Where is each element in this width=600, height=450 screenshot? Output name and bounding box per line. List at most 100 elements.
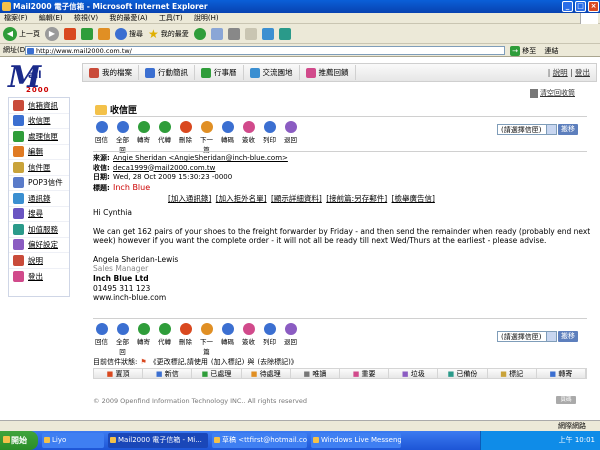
report-spam-link[interactable]: [檢舉廣告信] — [392, 194, 435, 203]
menu-view[interactable]: 檢視(V) — [74, 14, 98, 22]
links-button[interactable]: 連結 — [544, 47, 558, 55]
folder-select-bottom[interactable]: (請選擇信匣) — [497, 331, 557, 342]
bottom-action-2[interactable]: 轉寄 — [135, 323, 152, 356]
sidebar-item-contacts[interactable]: 通訊錄 — [9, 191, 69, 207]
top-action-1[interactable]: 全部回 — [114, 121, 131, 154]
top-action-9[interactable]: 退回 — [282, 121, 299, 154]
flag-item-8[interactable]: ■ 標記 — [488, 369, 537, 378]
nav-right-links: | 說明 | 登出 — [548, 67, 590, 78]
taskbar-item-messenger[interactable]: Windows Live Messenger — [311, 433, 401, 448]
sidebar-item-folders[interactable]: 信件匣 — [9, 160, 69, 176]
sidebar-item-label: 加值服務 — [28, 224, 58, 234]
flag-item-0[interactable]: ■ 置頂 — [94, 369, 144, 378]
go-arrow-icon[interactable]: → — [510, 46, 520, 56]
taskbar-item-liyo[interactable]: Liyo — [42, 433, 104, 448]
address-input[interactable]: http://www.mail2000.com.tw/ — [25, 46, 505, 55]
flag-item-1[interactable]: ■ 新信 — [143, 369, 193, 378]
history-button[interactable] — [193, 27, 206, 40]
favorites-button[interactable]: ★ 我的最愛 — [148, 27, 189, 41]
sidebar-item-inbox[interactable]: 收信匣 — [9, 114, 69, 129]
nav-calendar[interactable]: 行事曆 — [195, 65, 244, 80]
sidebar-item-search[interactable]: 搜尋 — [9, 207, 69, 222]
discuss-button[interactable] — [261, 27, 274, 40]
move-button-bottom[interactable]: 搬移 — [558, 331, 578, 342]
taskbar-item-mail2000[interactable]: Mail2000 電子信箱 - Mi... — [108, 433, 208, 448]
mail-button[interactable] — [210, 27, 223, 40]
top-action-7[interactable]: 簽收 — [240, 121, 257, 154]
menu-favorites[interactable]: 我的最愛(A) — [109, 14, 147, 22]
taskbar-item-draft[interactable]: 草稿 <ttfirst@hotmail.co... — [212, 433, 307, 448]
maximize-button[interactable]: □ — [575, 1, 586, 12]
menu-tools[interactable]: 工具(T) — [159, 14, 183, 22]
add-to-blocklist-link[interactable]: [加入拒外名單] — [216, 194, 267, 203]
from-address[interactable]: Angie Sheridan <AngieSheridan@inch-blue.… — [113, 154, 288, 162]
refresh-button[interactable] — [81, 27, 93, 40]
bottom-action-8[interactable]: 列印 — [261, 323, 278, 356]
search-button[interactable]: 搜尋 — [115, 27, 143, 40]
flag-label: 待處理 — [259, 370, 281, 378]
sidebar-item-pop3[interactable]: POP3信件 — [9, 176, 69, 191]
nav-label: 行事曆 — [214, 68, 237, 77]
flag-item-5[interactable]: ■ 重要 — [340, 369, 390, 378]
menu-help[interactable]: 說明(H) — [194, 14, 219, 22]
menu-edit[interactable]: 編輯(E) — [39, 14, 63, 22]
sidebar-item-processing[interactable]: 處理信匣 — [9, 129, 69, 145]
logout-link[interactable]: 登出 — [575, 68, 590, 77]
sidebar-item-help[interactable]: 說明 — [9, 253, 69, 269]
mail2000-logo[interactable]: M ail 2000 — [8, 60, 70, 100]
flag-item-4[interactable]: ■ 唯讀 — [291, 369, 341, 378]
bottom-action-3[interactable]: 代轉 — [156, 323, 173, 356]
sidebar-item-preferences[interactable]: 偏好設定 — [9, 238, 69, 253]
top-action-4[interactable]: 刪除 — [177, 121, 194, 154]
edit-button[interactable] — [244, 27, 257, 40]
help-link[interactable]: 說明 — [553, 68, 568, 77]
bottom-action-7[interactable]: 簽收 — [240, 323, 257, 356]
sidebar-item-logout[interactable]: 登出 — [9, 269, 69, 285]
top-action-3[interactable]: 代轉 — [156, 121, 173, 154]
top-action-8[interactable]: 列印 — [261, 121, 278, 154]
go-button[interactable]: 移至 — [522, 47, 536, 55]
home-button[interactable] — [98, 27, 110, 40]
sidebar-item-compose[interactable]: 編輯 — [9, 145, 69, 160]
top-action-2[interactable]: 轉寄 — [135, 121, 152, 154]
flag-item-9[interactable]: ■ 轉寄 — [537, 369, 587, 378]
nav-feedback[interactable]: 推薦回饋 — [300, 65, 356, 80]
top-action-5[interactable]: 下一篇 — [198, 121, 215, 154]
sidebar-item-value-added[interactable]: 加值服務 — [9, 222, 69, 238]
flag-item-3[interactable]: ■ 待處理 — [242, 369, 291, 378]
print-button[interactable] — [227, 27, 240, 40]
forward-button[interactable]: ▶ — [45, 26, 59, 41]
show-details-link[interactable]: [顯示詳細資料] — [271, 194, 322, 203]
action-label: 列印 — [263, 338, 276, 346]
start-button[interactable]: 開始 — [0, 431, 38, 450]
close-button[interactable]: × — [588, 1, 599, 12]
bottom-action-5[interactable]: 下一篇 — [198, 323, 215, 356]
forward-arrow-icon: ▶ — [45, 26, 59, 41]
bottom-action-9[interactable]: 退回 — [282, 323, 299, 356]
flag-item-6[interactable]: ■ 垃圾 — [389, 369, 439, 378]
bottom-action-6[interactable]: 轉碼 — [219, 323, 236, 356]
nav-my-files[interactable]: 我的檔案 — [83, 65, 139, 80]
messenger-button[interactable] — [278, 27, 291, 40]
save-message-link[interactable]: [接前篇:另存郵件] — [326, 194, 387, 203]
stop-button[interactable] — [64, 27, 76, 40]
sidebar-item-mailbox-info[interactable]: 信箱資訊 — [9, 98, 69, 114]
minimize-button[interactable]: _ — [562, 1, 573, 12]
flag-label: 重要 — [361, 370, 376, 378]
bottom-action-1[interactable]: 全部回 — [114, 323, 131, 356]
back-button[interactable]: ◀ 上一頁 — [3, 26, 40, 41]
bottom-action-0[interactable]: 回信 — [93, 323, 110, 356]
nav-mobile-sms[interactable]: 行動簡訊 — [139, 65, 195, 80]
menu-file[interactable]: 檔案(F) — [4, 14, 28, 22]
empty-trash-link[interactable]: 清空回收筒 — [530, 88, 575, 98]
add-to-contacts-link[interactable]: [加入通訊錄] — [168, 194, 211, 203]
to-address[interactable]: deca1999@mail2000.com.tw — [113, 164, 215, 172]
flag-item-2[interactable]: ■ 已處理 — [192, 369, 242, 378]
bottom-action-4[interactable]: 刪除 — [177, 323, 194, 356]
nav-community[interactable]: 交流園地 — [244, 65, 300, 80]
top-action-0[interactable]: 回信 — [93, 121, 110, 154]
top-action-6[interactable]: 轉碼 — [219, 121, 236, 154]
move-button[interactable]: 搬移 — [558, 124, 578, 135]
folder-select[interactable]: (請選擇信匣) — [497, 124, 557, 135]
flag-item-7[interactable]: ■ 已備份 — [438, 369, 488, 378]
